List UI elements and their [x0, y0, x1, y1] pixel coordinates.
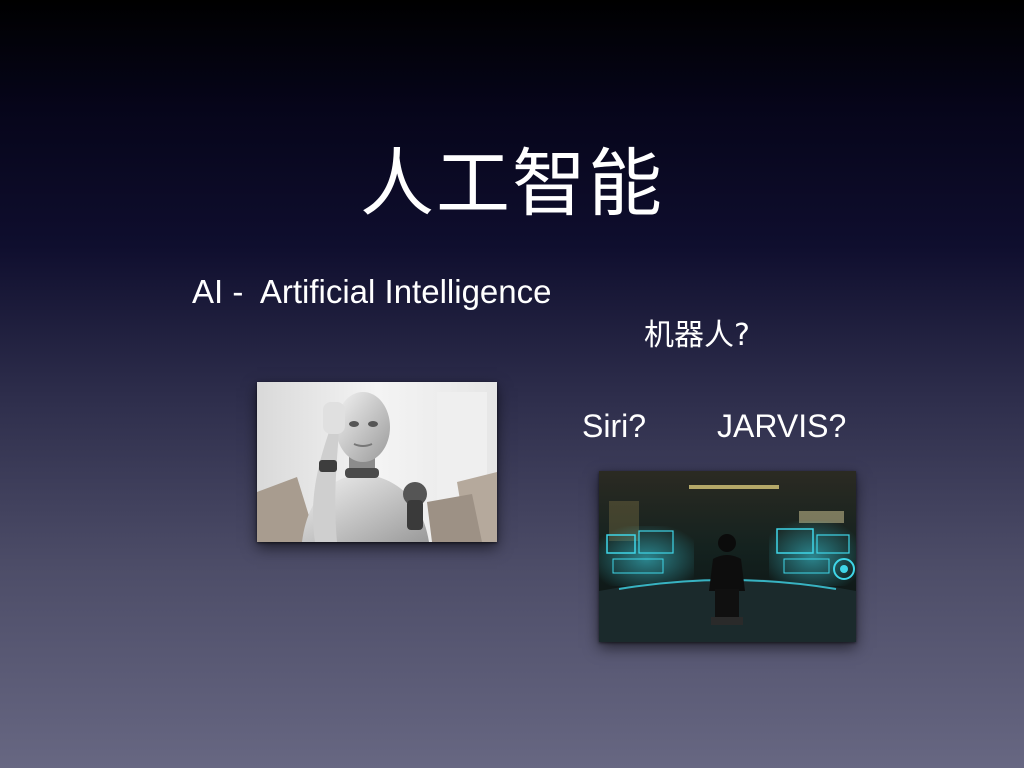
siri-question-text: Siri?: [582, 408, 647, 444]
robot-photo: [257, 382, 497, 542]
slide-subtitle: AI - Artificial Intelligence: [192, 273, 552, 310]
jarvis-question-text: JARVIS?: [717, 408, 847, 444]
jarvis-photo: [599, 471, 856, 642]
presentation-slide: 人工智能 AI - Artificial Intelligence 机器人? S…: [0, 0, 1024, 768]
holographic-control-room-icon: [599, 471, 856, 642]
robot-question-text: 机器人?: [644, 318, 750, 353]
slide-title: 人工智能: [360, 141, 664, 227]
humanoid-robot-icon: [257, 382, 497, 542]
